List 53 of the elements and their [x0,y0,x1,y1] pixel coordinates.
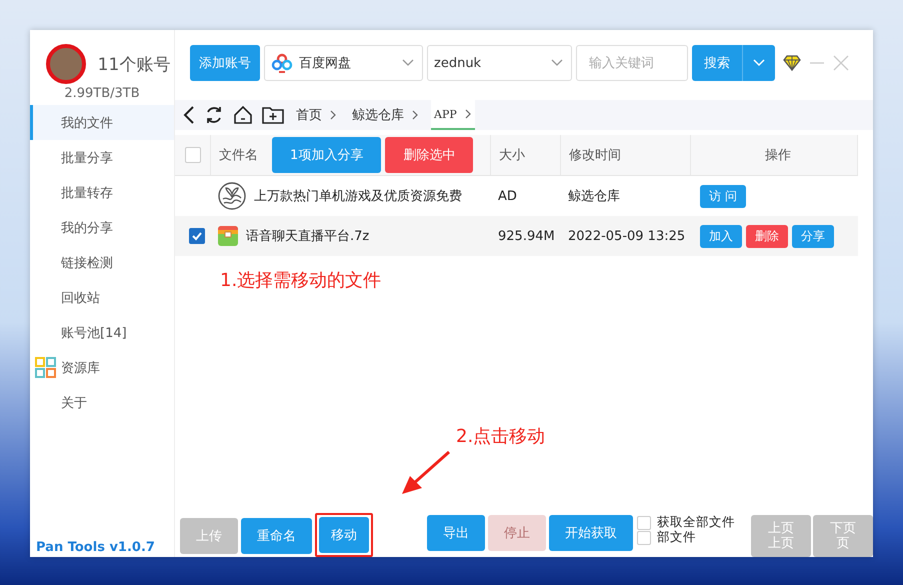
column-header: 文件名 [219,147,258,164]
sidebar-item[interactable]: 回收站 [30,280,174,315]
logo-icon [218,182,246,210]
file-size: 925.94M [498,228,555,244]
breadcrumb-item[interactable]: APP [431,100,475,130]
sidebar-item[interactable]: 链接检测 [30,245,174,280]
archive-icon [218,226,238,246]
caret-icon [753,59,765,67]
checkmark-icon [190,230,202,242]
diamond-icon[interactable] [783,55,801,71]
sidebar-item[interactable]: 我的分享 [30,210,174,245]
search-field[interactable]: 输入关键词 [576,45,688,81]
file-name[interactable]: 语音聊天直播平台.7z [246,227,370,245]
chevron-icon [464,109,472,119]
sidebar-item[interactable]: 账号池[14] [30,315,174,350]
account-count: 11个账号 [98,54,170,76]
storage-usage: 2.99TB/3TB [64,86,140,101]
new-folder-icon[interactable] [262,105,284,125]
column-header: 大小 [499,147,525,164]
checkbox-label: 获取全部文件 [657,514,735,530]
modified-time: 鲸选仓库 [568,188,620,205]
column-header: 操作 [765,147,791,164]
grid-icon [35,356,57,378]
action-button[interactable]: 删除 [746,224,788,248]
sidebar-item[interactable]: 资源库 [30,350,174,385]
sidebar-item[interactable]: 我的文件 [30,105,174,140]
home-icon[interactable] [233,105,253,125]
file-size: AD [498,188,517,204]
annotation-text: 1.选择需移动的文件 [220,269,382,292]
checkbox[interactable] [188,228,204,244]
cloud-logo-icon [271,53,293,73]
modified-time: 2022-05-09 13:25 [568,228,686,244]
dropdown-caret-icon [402,59,414,67]
app-title: Pan Tools v1.0.7 [36,540,155,555]
file-name[interactable]: 上万款热门单机游戏及优质资源免费 [254,187,462,205]
breadcrumb-item[interactable]: 首页 [293,100,340,130]
chevron-icon [329,110,337,120]
user-select[interactable]: zednuk [427,45,572,81]
sidebar-item[interactable]: 关于 [30,385,174,420]
refresh-icon[interactable] [204,105,224,125]
breadcrumb-item[interactable]: 鲸选仓库 [349,100,422,130]
checkbox-label: 部文件 [657,529,696,546]
column-header: 修改时间 [569,147,621,164]
avatar[interactable] [46,44,86,84]
delete-selected-button[interactable]: 删除选中 [385,137,474,173]
sidebar-item[interactable]: 批量分享 [30,140,174,175]
chevron-icon [411,110,419,120]
annotation-arrow [401,450,451,496]
drive-select[interactable]: 百度网盘 [264,45,423,81]
sidebar-item[interactable]: 批量转存 [30,175,174,210]
dropdown-caret-icon [551,59,563,67]
back-icon[interactable] [183,106,195,124]
annotation-text: 2.点击移动 [456,425,546,448]
